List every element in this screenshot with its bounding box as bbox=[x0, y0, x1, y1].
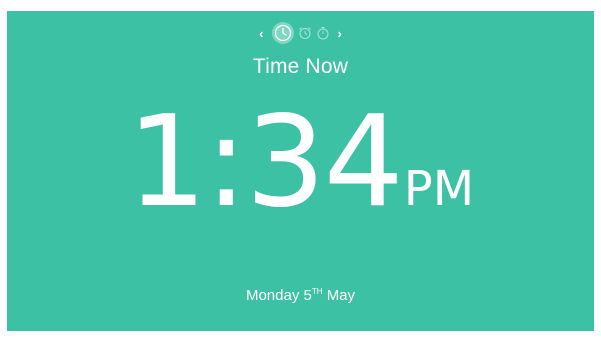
time-value: 1:34 bbox=[126, 88, 404, 235]
page-title: Time Now bbox=[252, 55, 349, 78]
alarm-icon[interactable] bbox=[298, 26, 312, 40]
date-weekday: Monday bbox=[245, 287, 300, 304]
date-day: 5 bbox=[303, 287, 312, 304]
previous-mode-button[interactable]: ‹ bbox=[255, 27, 267, 40]
date-day-suffix: TH bbox=[311, 287, 323, 296]
next-mode-button[interactable]: › bbox=[334, 27, 346, 40]
date-month: May bbox=[326, 287, 356, 304]
clock-icon[interactable] bbox=[271, 22, 294, 44]
clock-screen: ‹ › Time Now 1:34 PM Monday 5TH May bbox=[7, 11, 594, 331]
time-period: PM bbox=[403, 161, 475, 217]
date-display: Monday 5TH May bbox=[7, 287, 594, 304]
mode-switcher: ‹ › bbox=[7, 21, 594, 45]
time-display: 1:34 PM bbox=[7, 99, 594, 225]
stopwatch-icon[interactable] bbox=[316, 26, 330, 40]
